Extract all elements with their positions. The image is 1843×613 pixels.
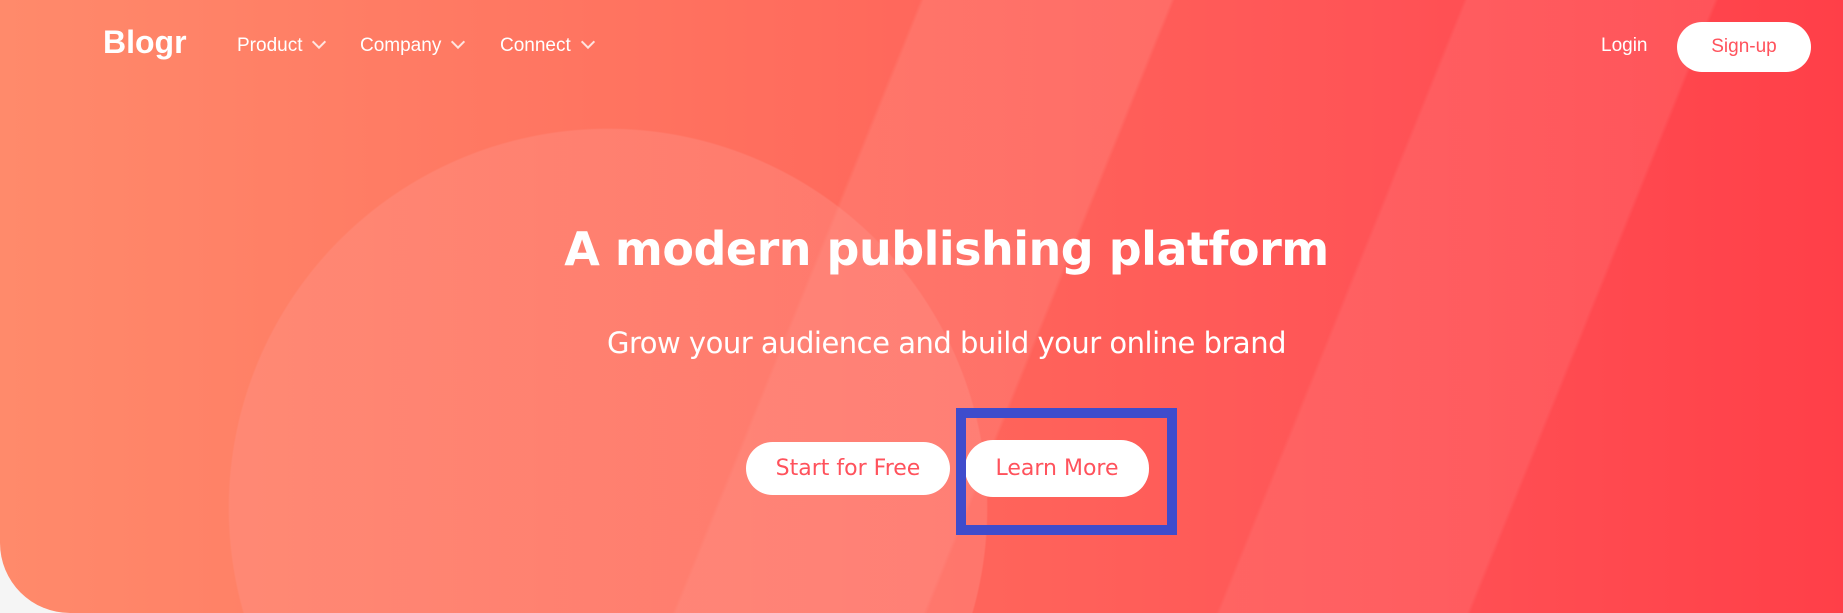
nav-item-connect[interactable]: Connect xyxy=(500,34,595,57)
hero-title: A modern publishing platform xyxy=(564,222,1329,276)
chevron-down-icon xyxy=(312,34,327,50)
highlight-box xyxy=(956,408,1177,535)
hero-section: Blogr Product Company Connect Login Sign… xyxy=(0,0,1843,613)
chevron-down-icon xyxy=(580,34,595,50)
login-link[interactable]: Login xyxy=(1601,35,1648,57)
nav-label: Company xyxy=(360,35,442,56)
chevron-down-icon xyxy=(451,34,466,50)
hero-subtitle: Grow your audience and build your online… xyxy=(606,326,1287,360)
nav-item-product[interactable]: Product xyxy=(237,34,327,57)
logo[interactable]: Blogr xyxy=(103,24,187,61)
top-nav: Blogr Product Company Connect Login Sign… xyxy=(0,0,1843,90)
nav-label: Connect xyxy=(500,35,571,56)
start-for-free-button[interactable]: Start for Free xyxy=(746,442,950,495)
nav-item-company[interactable]: Company xyxy=(360,34,466,57)
signup-button[interactable]: Sign-up xyxy=(1677,22,1811,72)
nav-label: Product xyxy=(237,35,303,56)
